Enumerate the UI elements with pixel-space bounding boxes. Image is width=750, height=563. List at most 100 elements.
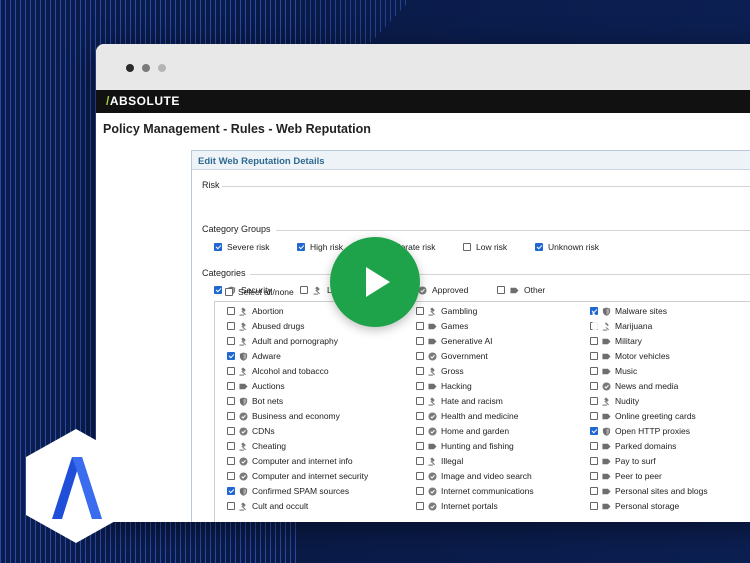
group-option-other[interactable]: Other [497, 285, 545, 295]
category-item[interactable]: Business and economy [227, 411, 340, 421]
category-checkbox[interactable] [227, 427, 235, 435]
category-item[interactable]: Motor vehicles [590, 351, 670, 361]
category-item[interactable]: Computer and internet security [227, 471, 368, 481]
category-checkbox[interactable] [590, 502, 598, 510]
category-item[interactable]: Games [416, 321, 468, 331]
category-item[interactable]: Generative AI [416, 336, 493, 346]
category-checkbox[interactable] [227, 352, 235, 360]
category-item[interactable]: Cult and occult [227, 501, 308, 511]
categories-list[interactable]: Abortion Abused drugs Adult and pornograph… [214, 301, 750, 522]
risk-option-unknown-risk[interactable]: Unknown risk [535, 242, 599, 252]
category-item[interactable]: Adware [227, 351, 281, 361]
category-item[interactable]: Government [416, 351, 488, 361]
category-checkbox[interactable] [416, 322, 424, 330]
category-item[interactable]: Nudity [590, 396, 639, 406]
window-dot-close[interactable] [126, 64, 134, 72]
category-checkbox[interactable] [416, 397, 424, 405]
category-checkbox[interactable] [416, 367, 424, 375]
category-item[interactable]: Health and medicine [416, 411, 519, 421]
window-dot-maximize[interactable] [158, 64, 166, 72]
category-checkbox[interactable] [227, 322, 235, 330]
category-checkbox[interactable] [227, 457, 235, 465]
category-item[interactable]: Confirmed SPAM sources [227, 486, 349, 496]
category-item[interactable]: Alcohol and tobacco [227, 366, 329, 376]
category-checkbox[interactable] [590, 457, 598, 465]
category-checkbox[interactable] [227, 412, 235, 420]
category-checkbox[interactable] [227, 397, 235, 405]
category-item[interactable]: Abused drugs [227, 321, 304, 331]
category-checkbox[interactable] [416, 487, 424, 495]
category-checkbox[interactable] [590, 472, 598, 480]
category-checkbox[interactable] [590, 487, 598, 495]
category-item[interactable]: Personal storage [590, 501, 679, 511]
window-dot-minimize[interactable] [142, 64, 150, 72]
category-checkbox[interactable] [416, 457, 424, 465]
category-checkbox[interactable] [227, 487, 235, 495]
category-checkbox[interactable] [227, 337, 235, 345]
risk-option-low-risk[interactable]: Low risk [463, 242, 507, 252]
category-item[interactable]: Home and garden [416, 426, 509, 436]
category-checkbox[interactable] [590, 412, 598, 420]
category-checkbox[interactable] [227, 307, 235, 315]
category-item[interactable]: Gambling [416, 306, 477, 316]
category-checkbox[interactable] [590, 367, 598, 375]
group-checkbox[interactable] [214, 286, 222, 294]
category-checkbox[interactable] [227, 502, 235, 510]
category-item[interactable]: Hacking [416, 381, 472, 391]
category-checkbox[interactable] [416, 307, 424, 315]
category-checkbox[interactable] [416, 337, 424, 345]
category-item[interactable]: Open HTTP proxies [590, 426, 690, 436]
risk-checkbox[interactable] [463, 243, 471, 251]
select-all-checkbox[interactable] [225, 288, 233, 296]
category-checkbox[interactable] [416, 382, 424, 390]
category-item[interactable]: Music [590, 366, 637, 376]
risk-checkbox[interactable] [535, 243, 543, 251]
category-item[interactable]: Parked domains [590, 441, 676, 451]
category-item[interactable]: Illegal [416, 456, 463, 466]
category-item[interactable]: CDNs [227, 426, 275, 436]
category-checkbox[interactable] [416, 412, 424, 420]
category-checkbox[interactable] [227, 367, 235, 375]
absolute-logo[interactable]: /ABSOLUTE [106, 94, 180, 108]
category-checkbox[interactable] [590, 427, 598, 435]
category-checkbox[interactable] [416, 472, 424, 480]
category-checkbox[interactable] [416, 427, 424, 435]
category-item[interactable]: Internet communications [416, 486, 534, 496]
category-checkbox[interactable] [227, 382, 235, 390]
category-item[interactable]: Gross [416, 366, 464, 376]
category-item[interactable]: Bot nets [227, 396, 283, 406]
category-item[interactable]: Internet portals [416, 501, 498, 511]
risk-option-high-risk[interactable]: High risk [297, 242, 343, 252]
category-checkbox[interactable] [227, 472, 235, 480]
category-item[interactable]: Peer to peer [590, 471, 662, 481]
category-checkbox[interactable] [227, 442, 235, 450]
category-item[interactable]: News and media [590, 381, 678, 391]
category-item[interactable]: Image and video search [416, 471, 532, 481]
group-checkbox[interactable] [300, 286, 308, 294]
category-checkbox[interactable] [590, 442, 598, 450]
gavel-icon [313, 286, 322, 295]
category-item[interactable]: Hate and racism [416, 396, 503, 406]
risk-checkbox[interactable] [297, 243, 305, 251]
category-item[interactable]: Cheating [227, 441, 286, 451]
category-item[interactable]: Computer and internet info [227, 456, 353, 466]
category-checkbox[interactable] [590, 382, 598, 390]
category-item[interactable]: Adult and pornography [227, 336, 338, 346]
category-item[interactable]: Abortion [227, 306, 284, 316]
category-item[interactable]: Hunting and fishing [416, 441, 514, 451]
category-item[interactable]: Online greeting cards [590, 411, 696, 421]
category-label: Personal storage [615, 501, 680, 511]
category-checkbox[interactable] [416, 442, 424, 450]
category-checkbox[interactable] [590, 352, 598, 360]
risk-checkbox[interactable] [214, 243, 222, 251]
category-item[interactable]: Personal sites and blogs [590, 486, 708, 496]
play-video-button[interactable] [330, 237, 420, 327]
category-checkbox[interactable] [416, 352, 424, 360]
category-item[interactable]: Auctions [227, 381, 285, 391]
category-checkbox[interactable] [590, 397, 598, 405]
group-checkbox[interactable] [497, 286, 505, 294]
category-item[interactable]: Pay to surf [590, 456, 656, 466]
select-all-option[interactable]: Select all/none [225, 287, 294, 297]
risk-option-severe-risk[interactable]: Severe risk [214, 242, 270, 252]
category-checkbox[interactable] [416, 502, 424, 510]
